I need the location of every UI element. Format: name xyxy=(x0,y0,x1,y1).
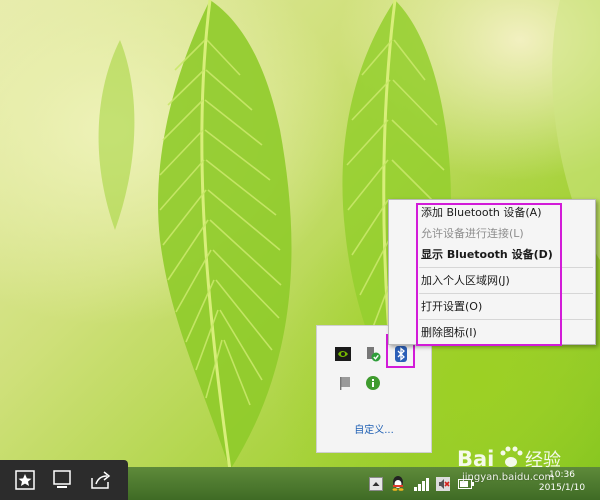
info-icon[interactable] xyxy=(365,375,381,391)
network-signal-icon[interactable] xyxy=(414,476,429,491)
desktop-icon[interactable] xyxy=(51,470,73,490)
clock-time: 10:36 xyxy=(549,470,575,480)
taskbar-clock[interactable]: 10:36 2015/1/10 xyxy=(528,469,596,495)
nvidia-icon[interactable] xyxy=(335,346,351,362)
clock-date: 2015/1/10 xyxy=(538,483,586,493)
security-shield-icon[interactable] xyxy=(365,346,381,362)
charm-bar xyxy=(0,460,128,500)
customize-link[interactable]: 自定义... xyxy=(317,421,431,436)
svg-text:Bai: Bai xyxy=(457,447,494,471)
share-icon[interactable] xyxy=(90,470,112,490)
svg-text:经验: 经验 xyxy=(525,450,561,471)
favorites-star-icon[interactable] xyxy=(14,470,36,490)
show-hidden-icons-arrow[interactable] xyxy=(369,476,383,491)
qq-icon[interactable] xyxy=(391,475,405,491)
flag-icon[interactable] xyxy=(337,375,353,391)
menu-highlight-box xyxy=(416,203,562,346)
volume-muted-icon[interactable] xyxy=(436,476,450,491)
